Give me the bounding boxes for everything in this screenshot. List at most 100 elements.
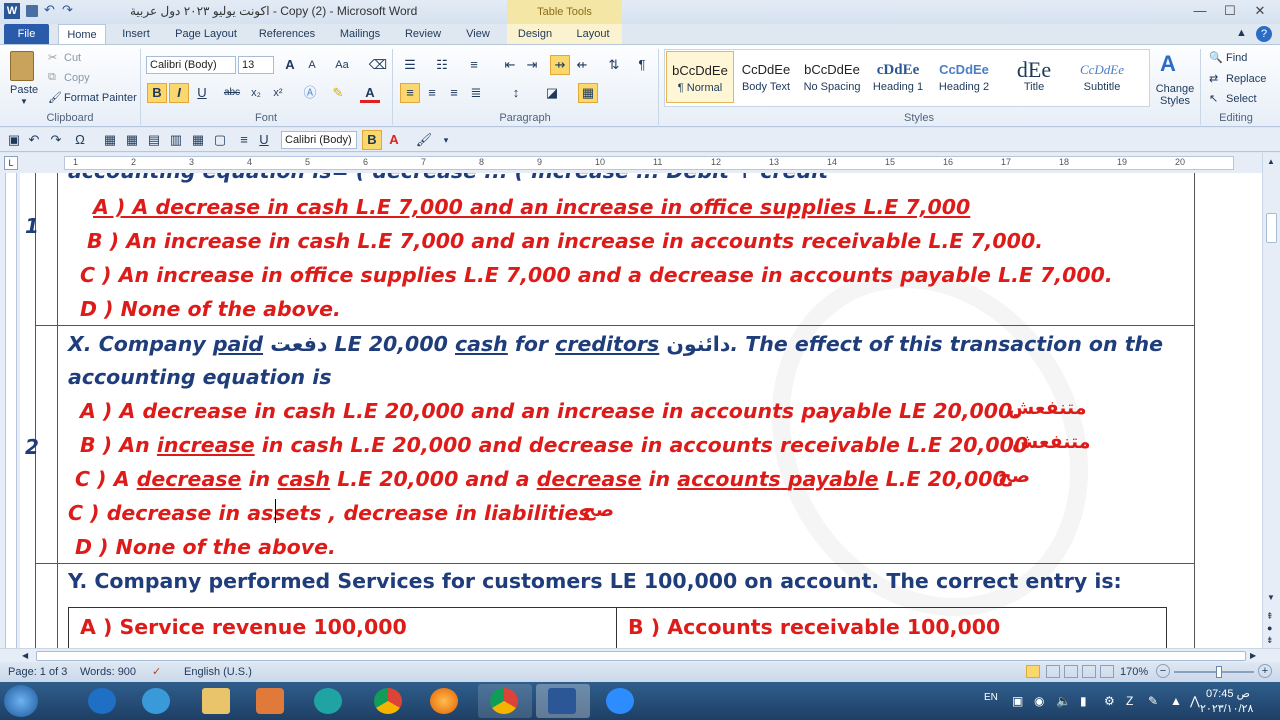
page-count[interactable]: Page: 1 of 3 <box>8 666 67 678</box>
clear-formatting-icon[interactable]: ⌫ <box>368 55 388 75</box>
maximize-button[interactable]: ☐ <box>1216 2 1244 20</box>
tab-selector-icon[interactable]: L <box>4 156 18 170</box>
justify-icon[interactable]: ≣ <box>466 83 486 103</box>
style-body-text[interactable]: CcDdEe Body Text <box>732 51 800 103</box>
taskbar-media[interactable] <box>244 684 298 718</box>
table-icon[interactable]: ▦ <box>188 130 208 150</box>
qat-font-color-icon[interactable]: A <box>384 130 404 150</box>
replace-button[interactable]: Replace <box>1226 73 1266 85</box>
tray-icon[interactable]: ▲ <box>1170 694 1182 708</box>
ribbon-minimize-icon[interactable]: ▲ <box>1236 27 1247 39</box>
style-heading-2[interactable]: CcDdEe Heading 2 <box>930 51 998 103</box>
close-button[interactable]: ✕ <box>1246 2 1274 20</box>
grow-font-button[interactable]: A <box>280 55 300 75</box>
paste-dropdown-icon[interactable]: ▼ <box>20 97 28 106</box>
tab-file[interactable]: File <box>4 24 49 44</box>
tab-view[interactable]: View <box>458 24 498 44</box>
h-scroll-thumb[interactable] <box>36 651 1246 661</box>
highlight-icon[interactable]: ✎ <box>328 83 348 103</box>
ltr-direction-icon[interactable]: ⇷ <box>572 55 592 75</box>
change-styles-icon[interactable]: A <box>1160 51 1176 77</box>
superscript-button[interactable]: x² <box>268 83 288 103</box>
shading-icon[interactable]: ◪ <box>542 83 562 103</box>
zoom-slider[interactable] <box>1174 671 1254 673</box>
change-case-button[interactable]: Aa <box>332 55 352 75</box>
print-layout-icon[interactable] <box>1026 665 1040 678</box>
qat-font-combo[interactable]: Calibri (Body) <box>281 131 357 149</box>
font-color-button[interactable]: A <box>360 83 380 103</box>
tab-layout[interactable]: Layout <box>568 24 618 44</box>
word-count[interactable]: Words: 900 <box>80 666 136 678</box>
underline-icon[interactable]: U <box>254 130 274 150</box>
tab-design[interactable]: Design <box>510 24 560 44</box>
table-icon[interactable]: ▦ <box>100 130 120 150</box>
align-center-icon[interactable]: ≡ <box>422 83 442 103</box>
align-left-icon[interactable]: ≡ <box>400 83 420 103</box>
line-spacing-icon[interactable]: ↕ <box>506 83 526 103</box>
underline-button[interactable]: U <box>192 83 212 103</box>
help-icon[interactable]: ? <box>1256 26 1272 42</box>
style-title[interactable]: dEe Title <box>1000 51 1068 103</box>
clock-date[interactable]: ۲۰۲۳/۱۰/۲۸ <box>1200 702 1253 715</box>
decrease-indent-icon[interactable]: ⇤ <box>500 55 520 75</box>
customize-qat-icon[interactable]: ▾ <box>436 130 456 150</box>
format-painter-icon[interactable]: 🖌 <box>414 130 434 150</box>
style-no-spacing[interactable]: bCcDdEe No Spacing <box>798 51 866 103</box>
table-icon[interactable]: ▥ <box>166 130 186 150</box>
table-icon[interactable]: ▦ <box>122 130 142 150</box>
redo-icon[interactable]: ↷ <box>62 2 73 18</box>
copy-button[interactable]: Copy <box>64 72 90 84</box>
shrink-font-button[interactable]: A <box>302 55 322 75</box>
vertical-scrollbar[interactable]: ▲ ▼ ⇞ ● ⇟ <box>1262 153 1280 648</box>
undo-icon[interactable]: ↶ <box>44 2 55 18</box>
sort-icon[interactable]: ⇅ <box>604 55 624 75</box>
borders-icon[interactable]: ▢ <box>210 130 230 150</box>
align-center-icon[interactable]: ≡ <box>234 130 254 150</box>
tray-icon[interactable]: ⚙ <box>1104 694 1115 708</box>
save-icon[interactable]: ▣ <box>4 130 24 150</box>
taskbar-zoom[interactable] <box>594 684 648 718</box>
ruler-bar[interactable]: 1 2 3 4 5 6 7 8 9 10 11 12 13 14 15 16 17 18 19 20 <box>64 156 1234 170</box>
clock-time[interactable]: 07:45 ص <box>1206 687 1250 700</box>
network-icon[interactable]: ▮ <box>1080 694 1087 708</box>
text-effects-icon[interactable]: Ⓐ <box>300 83 320 103</box>
horizontal-scrollbar[interactable]: ◀ ▶ <box>0 648 1280 662</box>
vertical-ruler-bar[interactable] <box>5 173 17 648</box>
redo-icon[interactable]: ↷ <box>46 130 66 150</box>
change-styles-button[interactable]: Change Styles <box>1155 83 1195 107</box>
tab-home[interactable]: Home <box>58 24 106 44</box>
zoom-out-icon[interactable]: − <box>1156 664 1170 678</box>
cut-button[interactable]: Cut <box>64 52 81 64</box>
table-icon[interactable]: ▤ <box>144 130 164 150</box>
tab-review[interactable]: Review <box>398 24 448 44</box>
strikethrough-button[interactable]: abc <box>222 83 242 103</box>
style-normal[interactable]: bCcDdEe ¶ Normal <box>666 51 734 103</box>
taskbar-bluetooth[interactable] <box>76 684 130 718</box>
qat-bold-icon[interactable]: B <box>362 130 382 150</box>
zoom-level[interactable]: 170% <box>1120 666 1148 678</box>
find-button[interactable]: Find <box>1226 52 1247 64</box>
subscript-button[interactable]: x₂ <box>246 83 266 103</box>
bold-button[interactable]: B <box>147 83 167 103</box>
rtl-direction-icon[interactable]: ⇸ <box>550 55 570 75</box>
select-button[interactable]: Select <box>1226 93 1257 105</box>
borders-icon[interactable]: ▦ <box>578 83 598 103</box>
style-subtitle[interactable]: CcDdEe Subtitle <box>1068 51 1136 103</box>
scroll-right-icon[interactable]: ▶ <box>1250 651 1256 660</box>
tray-icon[interactable]: ▣ <box>1012 694 1023 708</box>
font-size-combo[interactable]: 13 <box>238 56 274 74</box>
show-hidden-icons[interactable]: ⋀ <box>1190 694 1200 708</box>
zoom-slider-thumb[interactable] <box>1216 666 1222 678</box>
volume-icon[interactable]: 🔈 <box>1056 694 1071 708</box>
minimize-button[interactable]: — <box>1186 2 1214 20</box>
prev-page-icon[interactable]: ⇞ <box>1266 611 1274 622</box>
start-button[interactable] <box>4 685 38 717</box>
taskbar-ie[interactable] <box>130 684 184 718</box>
taskbar-word[interactable] <box>536 684 590 718</box>
tray-icon[interactable]: ✎ <box>1148 694 1158 708</box>
taskbar-explorer[interactable] <box>190 684 244 718</box>
language-indicator[interactable]: English (U.S.) <box>184 666 252 678</box>
italic-button[interactable]: I <box>169 83 189 103</box>
scroll-up-icon[interactable]: ▲ <box>1267 157 1275 166</box>
language-indicator[interactable]: EN <box>984 692 998 703</box>
